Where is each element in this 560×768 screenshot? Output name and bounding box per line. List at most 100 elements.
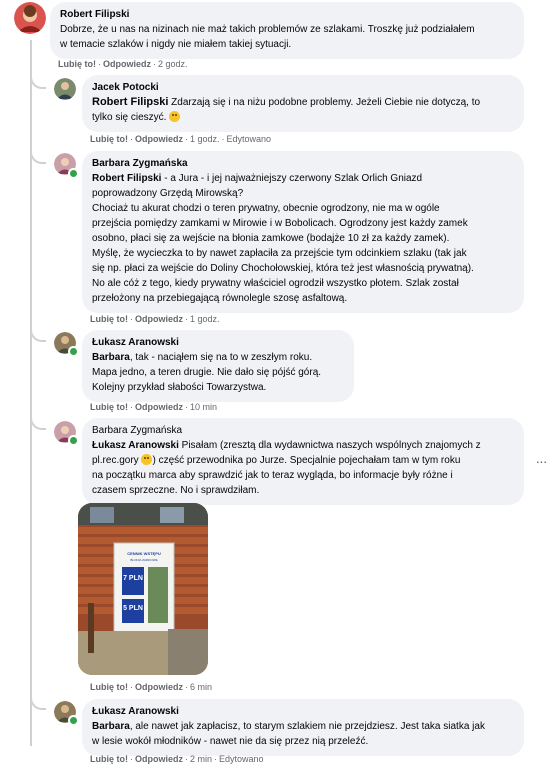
avatar[interactable]: [14, 2, 46, 34]
comment-line: przełożony na przebiegającą równolegle s…: [92, 293, 348, 304]
like-button[interactable]: Lubię to!: [90, 314, 128, 324]
separator: ·: [185, 134, 188, 144]
comment-time[interactable]: 2 min: [190, 754, 212, 764]
comment-author[interactable]: Jacek Potocki: [92, 81, 514, 95]
thread-branch: [30, 694, 46, 710]
more-options-icon[interactable]: ···: [530, 452, 552, 474]
comment-author: Barbara Zygmańska: [92, 425, 183, 436]
comment-actions: Lubię to! · Odpowiedz · 1 godz. · Edytowano: [90, 133, 271, 145]
comment-author[interactable]: Łukasz Aranowski: [92, 336, 344, 350]
mention-link[interactable]: Robert Filipski: [92, 173, 161, 184]
thread-line: [30, 40, 32, 746]
separator: ·: [130, 314, 133, 324]
mention-link[interactable]: Robert Filipski: [92, 96, 168, 108]
reply-button[interactable]: Odpowiedz: [135, 402, 183, 412]
sign-price: 7 PLN: [123, 575, 143, 582]
comment-line: czasem sprzeczne. No i sprawdziłam.: [92, 485, 260, 496]
like-button[interactable]: Lubię to!: [90, 134, 128, 144]
reply-button[interactable]: Odpowiedz: [135, 682, 183, 692]
mention-link[interactable]: Barbara: [92, 721, 130, 732]
thread-branch: [30, 326, 46, 342]
edited-label[interactable]: Edytowano: [227, 134, 272, 144]
comment-bubble: Łukasz Aranowski Barbara, tak - naciąłem…: [82, 330, 354, 402]
smile-emoji-icon: [141, 454, 153, 465]
comment-line: Zdarzają się i na niżu podobne problemy.…: [168, 97, 481, 108]
comment-text: Barbara, tak - naciąłem się na to w zesz…: [92, 350, 344, 395]
online-indicator: [68, 715, 79, 726]
thread-branch: [30, 148, 46, 164]
comment-actions: Lubię to! · Odpowiedz · 2 godz.: [58, 58, 188, 70]
comment-line: , ale nawet jak zapłacisz, to starym szl…: [129, 721, 485, 732]
comment-line: się np. płaci za wejście do Doliny Choch…: [92, 263, 474, 274]
comment-bubble: Barbara Zygmańska Łukasz Aranowski Pisał…: [82, 418, 524, 505]
comment-text: Barbara, ale nawet jak zapłacisz, to sta…: [92, 719, 514, 749]
comment-line: Mapa jedno, a teren drugie. Nie dało się…: [92, 367, 322, 378]
reply-button[interactable]: Odpowiedz: [135, 754, 183, 764]
separator: ·: [221, 134, 225, 144]
online-indicator: [68, 346, 79, 357]
comment-photo[interactable]: CENNIK WSTĘPU BŁONIA ZAMKOWE 7 PLN 5 PLN: [78, 503, 208, 675]
thread-branch: [30, 414, 46, 430]
comment-bubble: Barbara Zygmańska Robert Filipski - a Ju…: [82, 151, 524, 313]
comment-time[interactable]: 1 godz.: [190, 314, 220, 324]
comment-bubble: Łukasz Aranowski Barbara, ale nawet jak …: [82, 699, 524, 756]
like-button[interactable]: Lubię to!: [58, 59, 96, 69]
reply-button[interactable]: Odpowiedz: [135, 314, 183, 324]
comment-actions: Lubię to! · Odpowiedz · 2 min · Edytowano: [90, 753, 264, 765]
separator: ·: [98, 59, 101, 69]
separator: ·: [185, 682, 188, 692]
mention-link[interactable]: Łukasz Aranowski: [92, 440, 179, 451]
sign-title: CENNIK WSTĘPU: [127, 551, 161, 556]
like-button[interactable]: Lubię to!: [90, 754, 128, 764]
comment-time[interactable]: 6 min: [190, 682, 212, 692]
mention-link[interactable]: Barbara: [92, 352, 130, 363]
comment-line: Chociaż tu akurat chodzi o teren prywatn…: [92, 203, 440, 214]
separator: ·: [185, 402, 188, 412]
comment-actions: Lubię to! · Odpowiedz · 10 min: [90, 401, 217, 413]
comment-time[interactable]: 1 godz.: [190, 134, 220, 144]
comment-text: Robert Filipski - a Jura - i jej najważn…: [92, 171, 514, 306]
edited-label[interactable]: Edytowano: [219, 754, 264, 764]
separator: ·: [185, 314, 188, 324]
comment-line: tylko się cieszyć.: [92, 112, 170, 123]
separator: ·: [130, 402, 133, 412]
separator: ·: [185, 754, 188, 764]
comment-text: Łukasz Aranowski Pisałam (zresztą dla wy…: [92, 438, 514, 498]
wink-emoji-icon: [169, 111, 181, 122]
separator: ·: [214, 754, 218, 764]
comment-actions: Lubię to! · Odpowiedz · 1 godz.: [90, 313, 220, 325]
comment-author[interactable]: Łukasz Aranowski: [92, 705, 514, 719]
comment-author[interactable]: Robert Filipski: [60, 8, 514, 22]
comment-line: pl.rec.gory: [92, 455, 142, 466]
comment-line: , tak - naciąłem się na to w zeszłym rok…: [129, 352, 313, 363]
comment-author[interactable]: Barbara Zygmańska: [92, 157, 514, 171]
comment-line: ) część przewodnika po Jurze. Specjalnie…: [152, 455, 461, 466]
comment-text: Robert Filipski Zdarzają się i na niżu p…: [92, 95, 514, 125]
comment-bubble: Robert Filipski Dobrze, że u nas na nizi…: [50, 2, 524, 59]
comment-time[interactable]: 10 min: [190, 402, 217, 412]
online-indicator: [68, 435, 79, 446]
comment-line: osobno, płaci się za wejście na błonia z…: [92, 233, 450, 244]
reply-button[interactable]: Odpowiedz: [135, 134, 183, 144]
like-button[interactable]: Lubię to!: [90, 402, 128, 412]
separator: ·: [130, 754, 133, 764]
comment-line: Kolejny przykład słabości Towarzystwa.: [92, 382, 267, 393]
avatar[interactable]: [54, 78, 76, 100]
comment-line: Myślę, że wycieczka to by nawet zapłacił…: [92, 248, 467, 259]
comment-line: w lesie wokół młodników - nawet nie da s…: [92, 736, 369, 747]
separator: ·: [153, 59, 156, 69]
comment-line: poprowadzony Grzędą Mirowską?: [92, 188, 244, 199]
comment-time[interactable]: 2 godz.: [158, 59, 188, 69]
comment-text: Dobrze, że u nas na nizinach nie maż tak…: [60, 22, 514, 52]
comment-bubble: Jacek Potocki Robert Filipski Zdarzają s…: [82, 75, 524, 132]
comment-actions: Lubię to! · Odpowiedz · 6 min: [90, 681, 212, 693]
comment-line: w temacie szlaków i nigdy nie miałem tak…: [60, 39, 292, 50]
comment-line: na początku marca aby sprawdzić jak to t…: [92, 470, 453, 481]
comment-line: - a Jura - i jej najważniejszy czerwony …: [161, 173, 423, 184]
thread-branch: [30, 73, 46, 89]
comment-line: Dobrze, że u nas na nizinach nie maż tak…: [60, 24, 475, 35]
reply-button[interactable]: Odpowiedz: [103, 59, 151, 69]
separator: ·: [130, 682, 133, 692]
like-button[interactable]: Lubię to!: [90, 682, 128, 692]
comment-line: No ale cóż z tego, kiedy prywatny właści…: [92, 278, 459, 289]
